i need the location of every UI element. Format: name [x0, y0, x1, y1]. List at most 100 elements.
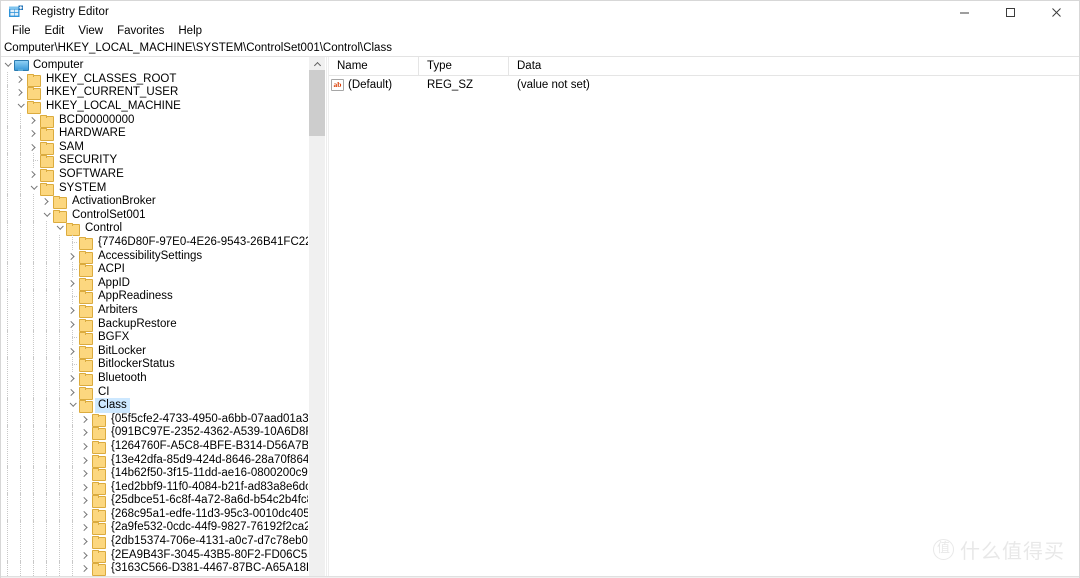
chevron-right-icon[interactable] [66, 372, 79, 385]
tree-indent-guide [14, 289, 27, 305]
tree-item[interactable]: BitLocker [1, 343, 308, 359]
chevron-right-icon[interactable] [79, 426, 92, 439]
tree-vertical-scrollbar[interactable] [308, 57, 325, 578]
tree-item[interactable]: AppID [1, 275, 308, 291]
column-header-data[interactable]: Data [509, 57, 1079, 75]
chevron-right-icon[interactable] [14, 86, 27, 99]
chevron-down-icon[interactable] [40, 209, 53, 222]
tree-item[interactable]: HARDWARE [1, 126, 308, 142]
tree-indent-guide [14, 425, 27, 441]
chevron-right-icon[interactable] [79, 467, 92, 480]
tree-indent-guide [53, 289, 66, 305]
menu-favorites[interactable]: Favorites [110, 23, 171, 40]
tree-item[interactable]: {7746D80F-97E0-4E26-9543-26B41FC22F79} [1, 235, 308, 251]
menu-help[interactable]: Help [171, 23, 209, 40]
tree-item[interactable]: {25dbce51-6c8f-4a72-8a6d-b54c2b4fc835} [1, 493, 308, 509]
tree-item[interactable]: SECURITY [1, 153, 308, 169]
tree-item[interactable]: {13e42dfa-85d9-424d-8646-28a70f864f9c} [1, 452, 308, 468]
title-bar: Registry Editor [1, 1, 1079, 23]
chevron-right-icon[interactable] [79, 413, 92, 426]
chevron-down-icon[interactable] [1, 59, 14, 72]
chevron-right-icon[interactable] [27, 168, 40, 181]
tree-item[interactable]: {2db15374-706e-4131-a0c7-d7c78eb0289a} [1, 534, 308, 550]
tree-indent-guide [53, 561, 66, 577]
menu-view[interactable]: View [71, 23, 110, 40]
tree-item-label: {091BC97E-2352-4362-A539-10A6D8FF7596} [111, 426, 308, 439]
chevron-right-icon[interactable] [27, 141, 40, 154]
chevron-right-icon[interactable] [79, 440, 92, 453]
tree-item[interactable]: HKEY_CLASSES_ROOT [1, 71, 308, 87]
chevron-right-icon[interactable] [79, 549, 92, 562]
value-row[interactable]: ab (Default) REG_SZ (value not set) [329, 76, 1079, 93]
tree-indent-guide [14, 479, 27, 495]
tree-item[interactable]: {268c95a1-edfe-11d3-95c3-0010dc4050a5} [1, 506, 308, 522]
tree-indent-guide [53, 547, 66, 563]
tree-item[interactable]: {3163C566-D381-4467-87BC-A65A18D5B648} [1, 561, 308, 577]
chevron-down-icon[interactable] [14, 100, 27, 113]
tree-item[interactable]: {2EA9B43F-3045-43B5-80F2-FD06C55FBB90} [1, 547, 308, 563]
tree-item[interactable]: {091BC97E-2352-4362-A539-10A6D8FF7596} [1, 425, 308, 441]
chevron-down-icon[interactable] [66, 399, 79, 412]
tree-item[interactable]: AccessibilitySettings [1, 248, 308, 264]
chevron-right-icon[interactable] [14, 73, 27, 86]
tree-item[interactable]: Arbiters [1, 302, 308, 318]
tree-item[interactable]: BCD00000000 [1, 112, 308, 128]
tree-item[interactable]: Class [1, 398, 308, 414]
tree-indent-guide [14, 112, 27, 128]
tree-item[interactable]: {14b62f50-3f15-11dd-ae16-0800200c9a66} [1, 466, 308, 482]
tree-item[interactable]: {1264760F-A5C8-4BFE-B314-D56A7B44A362} [1, 438, 308, 454]
maximize-button[interactable] [987, 1, 1033, 23]
tree-indent-guide [53, 520, 66, 536]
tree-item[interactable]: CI [1, 384, 308, 400]
column-header-name[interactable]: Name [329, 57, 419, 75]
chevron-down-icon[interactable] [27, 182, 40, 195]
chevron-right-icon[interactable] [79, 562, 92, 575]
chevron-right-icon[interactable] [79, 481, 92, 494]
chevron-right-icon[interactable] [27, 127, 40, 140]
values-list[interactable]: ab (Default) REG_SZ (value not set) [329, 76, 1079, 93]
chevron-right-icon[interactable] [27, 114, 40, 127]
tree-item[interactable]: {2a9fe532-0cdc-44f9-9827-76192f2ca2fb} [1, 520, 308, 536]
registry-tree[interactable]: Computer HKEY_CLASSES_ROOT HKEY_CURRENT_US… [1, 57, 308, 578]
chevron-right-icon[interactable] [79, 535, 92, 548]
tree-scrollbar-thumb[interactable] [309, 70, 325, 136]
tree-indent-guide [27, 438, 40, 454]
tree-item[interactable]: Computer [1, 59, 308, 73]
tree-item[interactable]: ControlSet001 [1, 207, 308, 223]
chevron-right-icon[interactable] [79, 494, 92, 507]
menu-edit[interactable]: Edit [38, 23, 72, 40]
tree-item[interactable]: HKEY_CURRENT_USER [1, 85, 308, 101]
column-header-type[interactable]: Type [419, 57, 509, 75]
tree-item[interactable]: Bluetooth [1, 370, 308, 386]
tree-item[interactable]: {05f5cfe2-4733-4950-a6bb-07aad01a3a84} [1, 411, 308, 427]
address-bar[interactable]: Computer\HKEY_LOCAL_MACHINE\SYSTEM\Contr… [1, 40, 1079, 57]
chevron-right-icon[interactable] [40, 195, 53, 208]
chevron-right-icon[interactable] [66, 345, 79, 358]
chevron-right-icon[interactable] [79, 454, 92, 467]
tree-item[interactable]: HKEY_LOCAL_MACHINE [1, 99, 308, 115]
chevron-right-icon[interactable] [66, 386, 79, 399]
close-button[interactable] [1033, 1, 1079, 23]
chevron-right-icon[interactable] [79, 521, 92, 534]
chevron-down-icon[interactable] [53, 222, 66, 235]
chevron-right-icon[interactable] [79, 508, 92, 521]
tree-item[interactable]: BackupRestore [1, 316, 308, 332]
tree-item[interactable]: ACPI [1, 262, 308, 278]
chevron-right-icon[interactable] [66, 318, 79, 331]
menu-file[interactable]: File [5, 23, 38, 40]
chevron-right-icon[interactable] [66, 277, 79, 290]
chevron-right-icon[interactable] [66, 304, 79, 317]
tree-item[interactable]: AppReadiness [1, 289, 308, 305]
tree-item[interactable]: SOFTWARE [1, 167, 308, 183]
folder-icon [79, 400, 93, 414]
tree-item[interactable]: {1ed2bbf9-11f0-4084-b21f-ad83a8e6dcdc} [1, 479, 308, 495]
minimize-button[interactable] [941, 1, 987, 23]
tree-item[interactable]: SYSTEM [1, 180, 308, 196]
tree-item[interactable]: Control [1, 221, 308, 237]
tree-indent-guide [14, 180, 27, 196]
tree-item[interactable]: ActivationBroker [1, 194, 308, 210]
tree-item[interactable]: SAM [1, 139, 308, 155]
tree-item[interactable]: BitlockerStatus [1, 357, 308, 373]
tree-item[interactable]: BGFX [1, 330, 308, 346]
chevron-right-icon[interactable] [66, 250, 79, 263]
